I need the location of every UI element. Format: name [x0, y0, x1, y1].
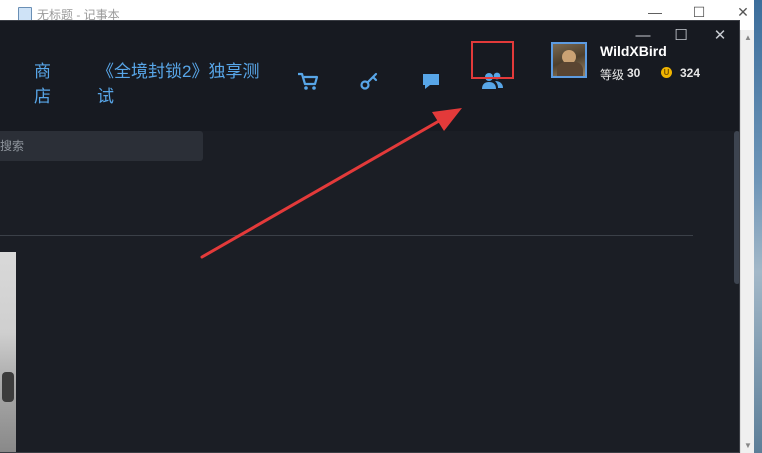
- notepad-close-button[interactable]: ✕: [734, 4, 752, 21]
- search-input[interactable]: [0, 131, 203, 161]
- nav-beta-link[interactable]: 《全境封锁2》独享测试: [97, 59, 272, 109]
- content-scrollbar[interactable]: [732, 131, 739, 452]
- game-thumbnail[interactable]: [0, 252, 16, 452]
- scroll-down-icon[interactable]: ▼: [744, 441, 752, 450]
- username[interactable]: WildXBird: [600, 43, 667, 59]
- scroll-up-icon[interactable]: ▲: [744, 33, 752, 42]
- avatar-body: [557, 62, 583, 76]
- chat-icon[interactable]: [417, 67, 445, 95]
- scrollbar-thumb[interactable]: [734, 131, 739, 284]
- search-box[interactable]: [0, 131, 203, 161]
- nav-store-link[interactable]: 商店: [34, 59, 58, 109]
- thumbnail-figure: [2, 372, 14, 402]
- avatar[interactable]: [551, 42, 587, 78]
- points-value: 324: [680, 66, 701, 80]
- top-navigation: 商店 《全境封锁2》独享测试: [0, 51, 739, 131]
- section-divider: [0, 235, 693, 236]
- highlight-box: [471, 41, 514, 79]
- desktop-background: [754, 0, 762, 453]
- key-icon[interactable]: [356, 67, 384, 95]
- store-window: — ☐ ✕ 商店 《全境封锁2》独享测试: [0, 20, 740, 453]
- notepad-maximize-button[interactable]: ☐: [690, 4, 708, 21]
- level-value: 30: [627, 66, 641, 80]
- notepad-scrollbar[interactable]: ▲ ▼: [740, 30, 755, 453]
- notepad-minimize-button[interactable]: —: [646, 4, 664, 21]
- cart-icon[interactable]: [294, 67, 322, 95]
- close-button[interactable]: ✕: [708, 26, 732, 46]
- level-label: 等级: [600, 68, 625, 82]
- points-coin-icon: U: [661, 67, 672, 78]
- maximize-button[interactable]: ☐: [669, 26, 693, 46]
